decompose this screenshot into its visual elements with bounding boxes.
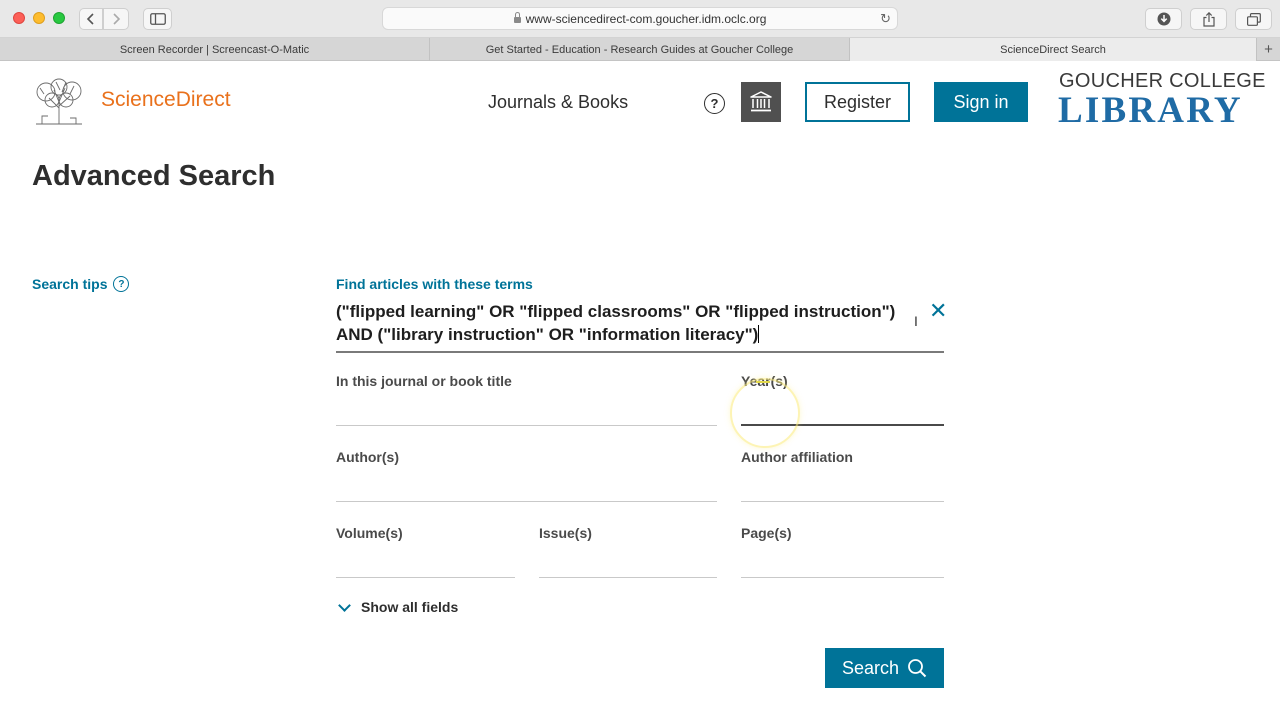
authors-label: Author(s)	[336, 449, 399, 465]
search-icon	[908, 659, 927, 678]
pages-input[interactable]	[741, 577, 944, 578]
question-icon: ?	[113, 276, 130, 292]
terms-label: Find articles with these terms	[336, 276, 533, 292]
share-button[interactable]	[1190, 8, 1227, 30]
chevron-right-icon	[113, 13, 121, 25]
clear-icon[interactable]: ✕	[929, 300, 947, 322]
pages-label: Page(s)	[741, 525, 792, 541]
search-terms-text: ("flipped learning" OR "flipped classroo…	[336, 302, 896, 344]
back-button[interactable]	[79, 8, 103, 30]
tabs-icon	[1246, 12, 1261, 26]
forward-button[interactable]	[103, 8, 129, 30]
journal-title-input[interactable]	[336, 425, 717, 426]
chevron-left-icon	[86, 13, 94, 25]
tab-screen-recorder[interactable]: Screen Recorder | Screencast-O-Matic	[0, 38, 430, 61]
click-highlight	[730, 378, 800, 448]
new-tab-button[interactable]: +	[1257, 38, 1280, 61]
close-window-button[interactable]	[13, 12, 25, 24]
chevron-down-icon	[338, 598, 351, 612]
tab-overview-button[interactable]	[1235, 8, 1272, 30]
volume-input[interactable]	[336, 577, 515, 578]
institution-button[interactable]	[741, 82, 781, 122]
zoom-window-button[interactable]	[53, 12, 65, 24]
share-icon	[1202, 11, 1215, 27]
reload-icon[interactable]: ↻	[880, 11, 891, 27]
tab-bar: Screen Recorder | Screencast-O-Matic Get…	[0, 38, 1280, 61]
journals-books-link[interactable]: Journals & Books	[488, 92, 628, 113]
help-icon[interactable]: ?	[704, 93, 725, 114]
address-bar[interactable]: www-sciencedirect-com.goucher.idm.oclc.o…	[382, 7, 898, 30]
search-tips-label: Search tips	[32, 276, 108, 292]
text-cursor-icon: I	[914, 313, 918, 329]
page-title: Advanced Search	[32, 160, 276, 192]
show-all-fields-toggle[interactable]: Show all fields	[336, 598, 459, 615]
search-button-label: Search	[841, 657, 900, 678]
issue-input[interactable]	[539, 577, 717, 578]
elsevier-tree-logo[interactable]	[32, 78, 86, 126]
authors-input[interactable]	[336, 501, 717, 502]
tab-research-guides[interactable]: Get Started - Education - Research Guide…	[430, 38, 850, 61]
lock-icon	[513, 11, 521, 23]
download-icon	[1157, 12, 1170, 26]
sciencedirect-brand[interactable]: ScienceDirect	[101, 88, 231, 112]
search-tips-link[interactable]: Search tips ?	[32, 276, 130, 292]
institution-icon	[750, 91, 772, 112]
tab-label: ScienceDirect Search	[1000, 43, 1106, 56]
text-caret	[758, 325, 760, 343]
plus-icon: +	[1264, 41, 1273, 58]
tab-label: Screen Recorder | Screencast-O-Matic	[119, 43, 310, 56]
terms-underline	[336, 351, 944, 353]
minimize-window-button[interactable]	[33, 12, 45, 24]
browser-titlebar: www-sciencedirect-com.goucher.idm.oclc.o…	[0, 0, 1280, 38]
tab-sciencedirect-search[interactable]: ScienceDirect Search	[850, 38, 1257, 61]
show-all-fields-label: Show all fields	[361, 599, 459, 615]
sign-in-button[interactable]: Sign in	[934, 82, 1028, 122]
downloads-button[interactable]	[1145, 8, 1182, 30]
affiliation-input[interactable]	[741, 501, 944, 502]
search-terms-input[interactable]: ("flipped learning" OR "flipped classroo…	[336, 300, 916, 346]
library-logo-bottom: LIBRARY	[1058, 90, 1243, 131]
sidebar-toggle-button[interactable]	[143, 8, 172, 30]
affiliation-label: Author affiliation	[741, 449, 853, 465]
address-url: www-sciencedirect-com.goucher.idm.oclc.o…	[525, 11, 767, 26]
sidebar-icon	[149, 13, 166, 25]
issue-label: Issue(s)	[539, 525, 592, 541]
search-button[interactable]: Search	[825, 648, 944, 688]
register-button[interactable]: Register	[805, 82, 910, 122]
volume-label: Volume(s)	[336, 525, 403, 541]
pointer-marker	[756, 381, 770, 383]
journal-title-label: In this journal or book title	[336, 373, 512, 389]
tab-label: Get Started - Education - Research Guide…	[485, 43, 794, 56]
